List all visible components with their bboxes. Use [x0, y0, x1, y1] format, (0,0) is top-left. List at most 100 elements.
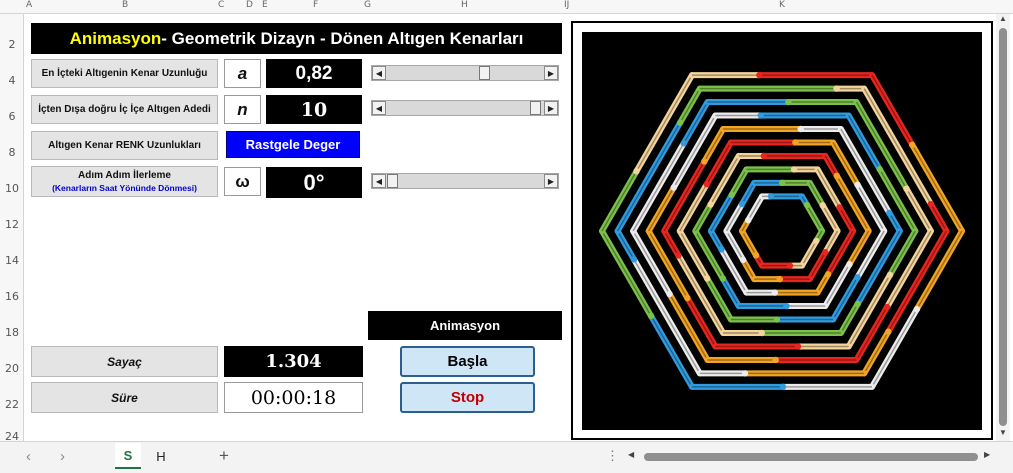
sheet-tab-h[interactable]: H [148, 443, 174, 469]
chevron-left-icon[interactable]: ◀ [372, 66, 386, 80]
vertical-scrollbar[interactable]: ▲ ▼ [996, 14, 1010, 441]
hexagon-edge-core [663, 230, 680, 256]
hexagon-edge-core [855, 306, 888, 361]
plus-icon[interactable]: + [219, 446, 229, 466]
rotating-hexagons [599, 71, 965, 391]
column-header-c[interactable]: C [218, 0, 224, 14]
column-header-k[interactable]: K [779, 0, 785, 14]
hexagon-edge-core [809, 251, 826, 280]
row-header-22[interactable]: 22 [2, 398, 22, 411]
row-header-6[interactable]: 6 [2, 110, 22, 123]
step-slider-thumb[interactable] [387, 174, 398, 188]
row-header-2[interactable]: 2 [2, 38, 22, 51]
column-header-bar [0, 0, 1013, 14]
animation-frame [571, 21, 993, 440]
chevron-right-icon[interactable]: ▶ [544, 101, 558, 115]
hexagon-edge-core [824, 155, 838, 177]
segment-joint [757, 112, 764, 119]
row-header-4[interactable]: 4 [2, 74, 22, 87]
segment-joint [738, 200, 746, 208]
hexagon-edge-core [686, 297, 716, 347]
chevron-left-icon[interactable]: ◀ [372, 174, 386, 188]
segment-joint [836, 204, 843, 211]
segment-joint [670, 184, 677, 191]
chevron-right-icon[interactable]: ▶ [984, 450, 990, 459]
column-header-ij[interactable]: IJ [564, 0, 569, 14]
scroll-tabs-left-icon[interactable]: ‹ [26, 448, 31, 465]
step-label-line1: Adım Adım İlerleme [78, 169, 171, 181]
column-header-d[interactable]: D [246, 0, 253, 14]
chevron-left-icon[interactable]: ◀ [628, 450, 634, 459]
vertical-scroll-thumb[interactable] [999, 28, 1007, 426]
row-header-14[interactable]: 14 [2, 254, 22, 267]
segment-joint [833, 85, 840, 92]
hexagon-edge-core [725, 230, 744, 261]
segment-joint [794, 343, 802, 350]
segment-joint [854, 274, 861, 281]
row-header-12[interactable]: 12 [2, 218, 22, 231]
stop-button[interactable]: Stop [400, 382, 535, 413]
scroll-tabs-right-icon[interactable]: › [60, 448, 65, 465]
segment-joint [822, 249, 829, 256]
column-header-e[interactable]: E [262, 0, 268, 14]
horizontal-scroll-thumb[interactable] [644, 453, 978, 461]
step-symbol: ω [224, 167, 261, 196]
animation-canvas [582, 32, 982, 430]
segment-joint [633, 168, 640, 175]
segment-joint [792, 139, 799, 146]
segment-joint [885, 328, 892, 335]
hexagon-count-value[interactable]: 10 [266, 95, 362, 124]
hexagon-edge-core [635, 74, 693, 172]
row-header-10[interactable]: 10 [2, 182, 22, 195]
column-header-b[interactable]: B [122, 0, 128, 14]
column-header-a[interactable]: A [26, 0, 32, 14]
random-value-button[interactable]: Rastgele Deger [226, 131, 360, 158]
segment-joint [758, 329, 765, 337]
horizontal-scrollbar[interactable]: ◀ ▶ [628, 450, 994, 463]
row-header-20[interactable]: 20 [2, 362, 22, 375]
sheet-tab-s[interactable]: S [115, 443, 141, 469]
hexagon-edge-core [742, 259, 755, 280]
color-lengths-label: Altıgen Kenar RENK Uzunlukları [31, 131, 218, 160]
segment-joint [680, 140, 687, 147]
side-length-value[interactable]: 0,82 [266, 59, 362, 88]
hexagon-count-slider[interactable]: ◀ ▶ [371, 100, 559, 116]
step-label: Adım Adım İlerleme (Kenarların Saat Yönü… [31, 166, 218, 197]
column-header-f[interactable]: F [313, 0, 318, 14]
segment-joint [803, 201, 811, 209]
page-title: Animasyon - Geometrik Dizayn - Dönen Alt… [31, 23, 562, 54]
hexagon-edge-core [836, 175, 870, 232]
segment-joint [854, 181, 861, 188]
chevron-right-icon[interactable]: ▶ [544, 174, 558, 188]
step-slider[interactable]: ◀ ▶ [371, 173, 559, 189]
dots-vertical-icon[interactable]: ⋮ [606, 448, 619, 464]
segment-joint [927, 200, 935, 208]
side-length-slider-thumb[interactable] [479, 66, 490, 80]
hexagon-edge-core [822, 204, 839, 232]
column-header-g[interactable]: G [364, 0, 371, 14]
hexagon-edge-core [601, 170, 638, 232]
hexagon-edge-core [848, 115, 881, 170]
row-header-8[interactable]: 8 [2, 146, 22, 159]
chevron-left-icon[interactable]: ◀ [372, 101, 386, 115]
segment-joint [886, 271, 894, 279]
chevron-right-icon[interactable]: ▶ [544, 66, 558, 80]
segment-joint [883, 303, 891, 311]
hexagon-count-symbol: n [224, 95, 261, 124]
row-header-18[interactable]: 18 [2, 326, 22, 339]
hexagon-count-slider-thumb[interactable] [530, 101, 541, 115]
side-length-slider[interactable]: ◀ ▶ [371, 65, 559, 81]
chevron-down-icon[interactable]: ▼ [996, 428, 1010, 440]
segment-joint [790, 166, 798, 173]
segment-joint [819, 202, 826, 209]
step-label-line2: (Kenarların Saat Yönünde Dönmesi) [52, 182, 197, 193]
segment-joint [773, 316, 781, 323]
hexagon-edge-core [694, 230, 724, 279]
column-header-h[interactable]: H [461, 0, 468, 14]
row-header-16[interactable]: 16 [2, 290, 22, 303]
chevron-up-icon[interactable]: ▲ [996, 14, 1010, 26]
step-value[interactable]: 0° [266, 167, 362, 198]
segment-joint [833, 172, 841, 180]
start-button[interactable]: Başla [400, 346, 535, 377]
segment-joint [675, 252, 682, 259]
